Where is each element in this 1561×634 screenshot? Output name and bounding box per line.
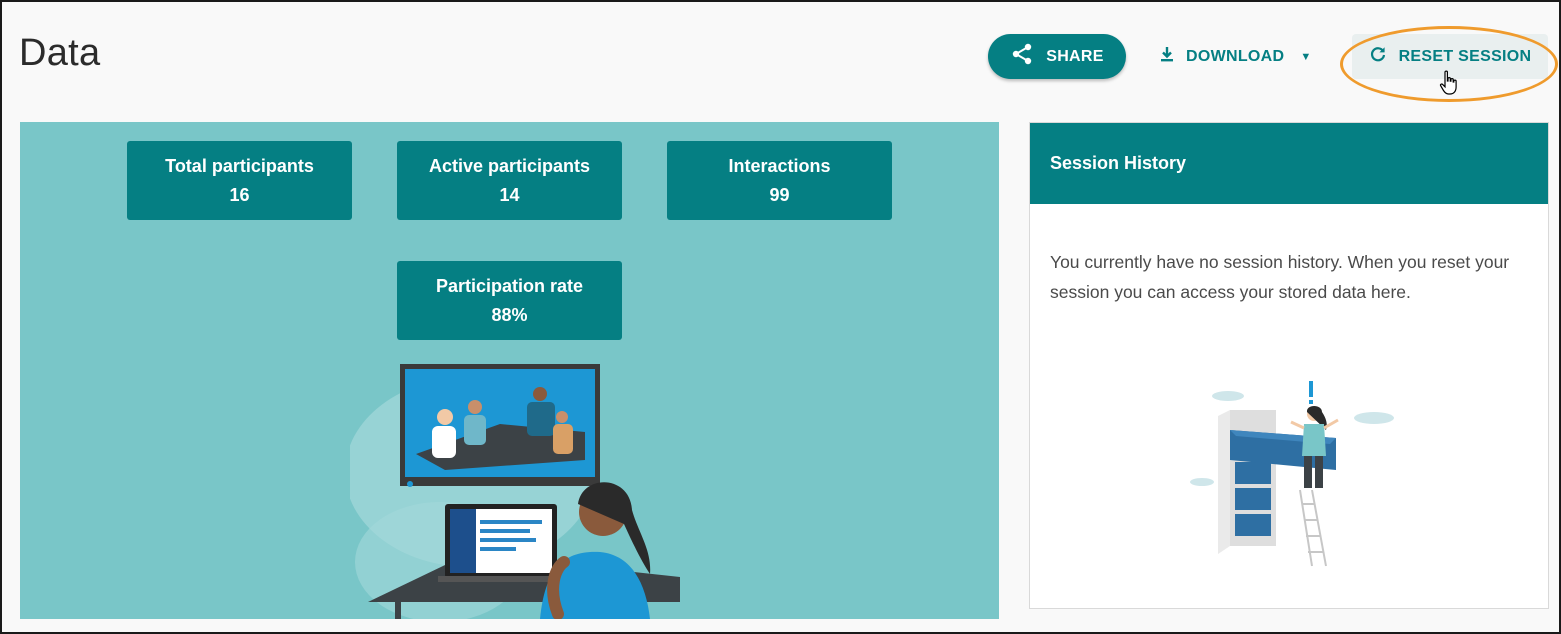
stat-label: Total participants	[165, 155, 314, 176]
stat-card-interactions: Interactions 99	[667, 141, 892, 220]
stats-panel: Total participants 16 Active participant…	[20, 122, 999, 619]
download-button[interactable]: DOWNLOAD ▼	[1152, 34, 1322, 79]
stat-value: 99	[769, 184, 790, 205]
share-button[interactable]: SHARE	[988, 34, 1126, 79]
app-frame: Data SHARE DOWNLOAD ▼ RESET SESSION Tota…	[0, 0, 1561, 634]
share-icon	[1010, 42, 1034, 71]
refresh-icon	[1369, 45, 1387, 68]
session-history-title: Session History	[1030, 123, 1548, 204]
stat-value: 88%	[491, 304, 528, 325]
stat-value: 14	[499, 184, 520, 205]
meeting-illustration	[350, 364, 680, 619]
stat-card-participation-rate: Participation rate 88%	[397, 261, 622, 340]
stat-value: 16	[229, 184, 250, 205]
share-label: SHARE	[1046, 47, 1104, 65]
stat-label: Active participants	[428, 155, 591, 176]
page-title: Data	[19, 32, 101, 74]
download-label: DOWNLOAD	[1186, 47, 1285, 65]
download-icon	[1158, 45, 1176, 68]
stat-label: Participation rate	[435, 275, 584, 296]
stat-card-active-participants: Active participants 14	[397, 141, 622, 220]
filing-cabinet-illustration	[1190, 381, 1394, 567]
reset-session-label: RESET SESSION	[1398, 47, 1532, 65]
hand-cursor-icon	[1439, 70, 1459, 101]
stat-label: Interactions	[728, 155, 831, 176]
chevron-down-icon[interactable]: ▼	[1300, 51, 1311, 63]
session-history-empty-message: You currently have no session history. W…	[1050, 252, 1510, 302]
session-history-panel: Session History You currently have no se…	[1029, 122, 1549, 609]
stat-card-total-participants: Total participants 16	[127, 141, 352, 220]
